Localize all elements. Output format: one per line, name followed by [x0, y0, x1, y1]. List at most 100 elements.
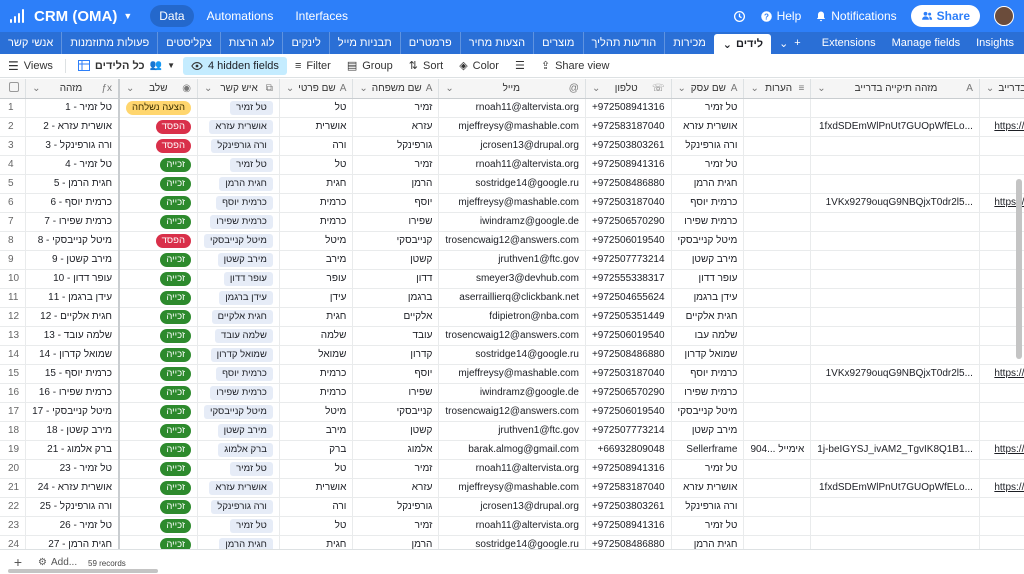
cell-id[interactable]: מירב קשטן - 18: [25, 421, 121, 441]
cell-drive_id[interactable]: [810, 497, 980, 517]
cell-phone[interactable]: +972503187040: [585, 193, 672, 213]
help-button[interactable]: ? Help: [760, 9, 801, 23]
cell-notes[interactable]: [743, 516, 812, 536]
cell-phone[interactable]: +972583187040: [585, 478, 672, 498]
cell-first[interactable]: מירב: [279, 421, 354, 441]
share-view-button[interactable]: ⇪ Share view: [533, 56, 618, 75]
cell-drive_id[interactable]: [810, 98, 980, 118]
insights-button[interactable]: Insights: [976, 37, 1014, 49]
color-button[interactable]: ◈ Color: [451, 56, 507, 75]
nav-tab-automations[interactable]: Automations: [198, 5, 283, 27]
cell-drive_id[interactable]: [810, 345, 980, 365]
cell-business[interactable]: חגית הרמן: [671, 174, 745, 194]
row-number[interactable]: 6: [0, 193, 27, 213]
cell-email[interactable]: trosencwaig12@answers.com: [438, 231, 586, 251]
cell-notes[interactable]: [743, 383, 812, 403]
chevron-down-icon[interactable]: ⌄: [592, 83, 600, 94]
cell-notes[interactable]: [743, 478, 812, 498]
add-options-button[interactable]: ⚙ Add...: [38, 557, 77, 568]
cell-business[interactable]: מירב קשטן: [671, 250, 745, 270]
row-number[interactable]: 24: [0, 535, 27, 549]
table-row[interactable]: 7 כרמית שפירו - 7 זכייה כרמית שפירו כרמית שפי…: [0, 212, 1024, 232]
cell-notes[interactable]: [743, 231, 812, 251]
table-row[interactable]: 3 ורה גורפינקל - 3 הפסד ורה גורפינקל ורה גורפ…: [0, 136, 1024, 156]
cell-last[interactable]: קשטן: [352, 250, 440, 270]
column-header-business[interactable]: ⌄ שם עסק A: [671, 79, 745, 99]
cell-last[interactable]: עזרא: [352, 117, 440, 137]
cell-first[interactable]: טל: [279, 155, 354, 175]
cell-phone[interactable]: +972583187040: [585, 117, 672, 137]
cell-drive_id[interactable]: 1VKx9279ouqG9NBQjxT0dr2l5...: [810, 364, 980, 384]
cell-stage[interactable]: זכייה: [119, 497, 198, 517]
cell-stage[interactable]: הפסד: [119, 231, 198, 251]
views-button[interactable]: ☰ Views: [0, 56, 61, 76]
cell-phone[interactable]: +66932809048: [585, 440, 672, 460]
cell-phone[interactable]: +972507773214: [585, 250, 672, 270]
row-number[interactable]: 12: [0, 307, 27, 327]
cell-email[interactable]: rnoah11@altervista.org: [438, 459, 586, 479]
cell-business[interactable]: שמואל קדרון: [671, 345, 745, 365]
cell-email[interactable]: jcrosen13@drupal.org: [438, 497, 586, 517]
cell-business[interactable]: ורה גורפינקל: [671, 497, 745, 517]
cell-first[interactable]: כרמית: [279, 383, 354, 403]
linked-record-chip[interactable]: ורה גורפינקל: [211, 499, 273, 514]
cell-id[interactable]: ברק אלמוג - 21: [25, 440, 121, 460]
cell-drive_id[interactable]: 1fxdSDEmWlPnUt7GUOpWfELo...: [810, 117, 980, 137]
cell-id[interactable]: שמואל קדרון - 14: [25, 345, 121, 365]
cell-business[interactable]: כרמית שפירו: [671, 383, 745, 403]
cell-stage[interactable]: זכייה: [119, 288, 198, 308]
cell-first[interactable]: ורה: [279, 497, 354, 517]
cell-stage[interactable]: זכייה: [119, 535, 198, 549]
cell-first[interactable]: טל: [279, 459, 354, 479]
cell-phone[interactable]: +972508941316: [585, 516, 672, 536]
cell-drive_link[interactable]: https://drive.google.co: [979, 364, 1024, 384]
cell-first[interactable]: טל: [279, 516, 354, 536]
cell-phone[interactable]: +972506570290: [585, 383, 672, 403]
cell-business[interactable]: ורה גורפינקל: [671, 136, 745, 156]
cell-notes[interactable]: [743, 402, 812, 422]
row-number[interactable]: 9: [0, 250, 27, 270]
table-row[interactable]: 19 ברק אלמוג - 21 זכייה ברק אלמוג ברק אלמוג ba…: [0, 440, 1024, 460]
column-header-stage[interactable]: ⌄ שלב ◉: [119, 79, 198, 99]
drive-link[interactable]: https://drive.google.co: [994, 121, 1024, 132]
cell-last[interactable]: קנייבסקי: [352, 231, 440, 251]
cell-first[interactable]: כרמית: [279, 212, 354, 232]
table-row[interactable]: 11 עידן ברגמן - 11 זכייה עידן ברגמן עידן ברגמ…: [0, 288, 1024, 308]
cell-business[interactable]: טל זמיר: [671, 516, 745, 536]
linked-record-chip[interactable]: כרמית יוסף: [216, 366, 273, 381]
row-number[interactable]: 20: [0, 459, 27, 479]
cell-phone[interactable]: +972508486880: [585, 174, 672, 194]
linked-record-chip[interactable]: חגית הרמן: [219, 537, 273, 549]
cell-notes[interactable]: [743, 459, 812, 479]
column-header-drive_link[interactable]: ⌄לינק לתיקייה בדרייב⧉: [979, 79, 1024, 99]
cell-first[interactable]: מיטל: [279, 231, 354, 251]
linked-record-chip[interactable]: עופר דדון: [223, 271, 273, 286]
table-row[interactable]: 22 ורה גורפינקל - 25 זכייה ורה גורפינקל ורה ג…: [0, 497, 1024, 517]
cell-first[interactable]: ברק: [279, 440, 354, 460]
row-height-button[interactable]: ☰: [507, 56, 533, 75]
add-table-plus-icon[interactable]: +: [794, 37, 800, 49]
manage-fields-button[interactable]: Manage fields: [892, 37, 961, 49]
cell-stage[interactable]: זכייה: [119, 326, 198, 346]
cell-stage[interactable]: זכייה: [119, 345, 198, 365]
cell-notes[interactable]: [743, 98, 812, 118]
cell-drive_id[interactable]: [810, 326, 980, 346]
chevron-down-icon[interactable]: ⌄: [359, 83, 367, 94]
cell-contact[interactable]: מיטל קנייבסקי: [197, 231, 280, 251]
cell-last[interactable]: גורפינקל: [352, 136, 440, 156]
table-tab[interactable]: פעולות מתוזמנות: [61, 32, 157, 54]
column-header-contact[interactable]: ⌄ איש קשר ⧉: [197, 79, 280, 99]
cell-first[interactable]: כרמית: [279, 364, 354, 384]
table-tab[interactable]: תבניות מייל: [328, 32, 400, 54]
cell-business[interactable]: אושרית עזרא: [671, 117, 745, 137]
column-header-email[interactable]: ⌄ מייל @: [438, 79, 586, 99]
cell-email[interactable]: aserraillierq@clickbank.net: [438, 288, 586, 308]
table-row[interactable]: 8 מיטל קנייבסקי - 8 הפסד מיטל קנייבסקי מיטל ק…: [0, 231, 1024, 251]
cell-drive_id[interactable]: 1j-beIGYSJ_ivAM2_TgvIK8Q1B1...: [810, 440, 980, 460]
cell-contact[interactable]: עופר דדון: [197, 269, 280, 289]
cell-business[interactable]: שלמה עבו: [671, 326, 745, 346]
cell-last[interactable]: שפירו: [352, 383, 440, 403]
cell-contact[interactable]: שמואל קדרון: [197, 345, 280, 365]
row-number[interactable]: 22: [0, 497, 27, 517]
row-number[interactable]: 7: [0, 212, 27, 232]
